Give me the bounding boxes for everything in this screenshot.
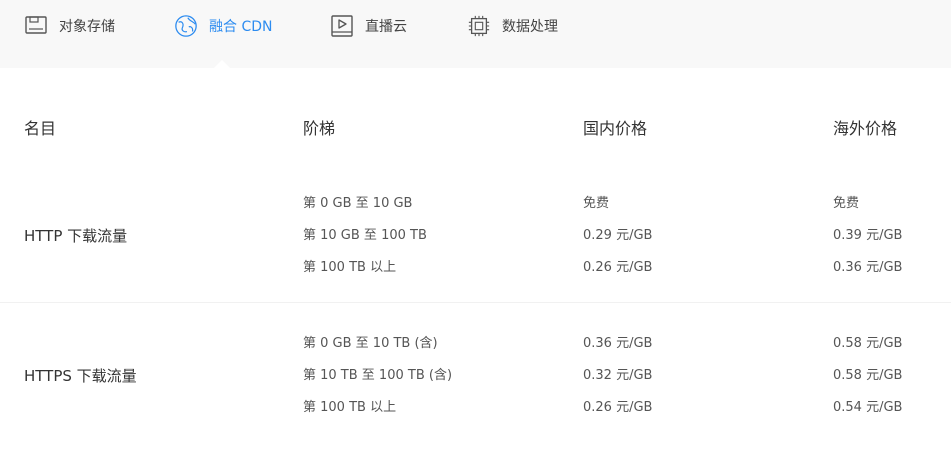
tab-live-cloud[interactable]: 直播云 xyxy=(330,0,407,52)
tab-label: 融合 CDN xyxy=(209,19,273,35)
tab-label: 数据处理 xyxy=(502,19,558,35)
tab-object-storage[interactable]: 对象存储 xyxy=(24,0,115,52)
product-tab-bar: 对象存储 融合 CDN 直播云 数据处理 xyxy=(0,0,951,68)
tab-label: 对象存储 xyxy=(59,19,115,35)
tier-cell: 第 0 GB 至 10 TB (含) xyxy=(303,336,438,351)
domestic-price-cell: 0.36 元/GB xyxy=(583,336,653,351)
domestic-price-cell: 免费 xyxy=(583,196,610,211)
domestic-price-cell: 0.26 元/GB xyxy=(583,400,653,415)
overseas-price-cell: 0.54 元/GB xyxy=(833,400,903,415)
tier-cell: 第 10 TB 至 100 TB (含) xyxy=(303,368,453,383)
column-header-tier: 阶梯 xyxy=(303,119,336,138)
domestic-price-cell: 0.26 元/GB xyxy=(583,260,653,275)
tier-cell: 第 100 TB 以上 xyxy=(303,400,397,415)
column-header-domestic-price: 国内价格 xyxy=(583,119,648,138)
overseas-price-cell: 0.58 元/GB xyxy=(833,336,903,351)
domestic-price-cell: 0.29 元/GB xyxy=(583,228,653,243)
overseas-price-cell: 免费 xyxy=(833,196,860,211)
play-icon xyxy=(330,14,354,38)
tier-cell: 第 100 TB 以上 xyxy=(303,260,397,275)
tab-label: 直播云 xyxy=(365,19,407,35)
overseas-price-cell: 0.36 元/GB xyxy=(833,260,903,275)
column-header-overseas-price: 海外价格 xyxy=(833,119,898,138)
storage-icon xyxy=(24,14,48,38)
group-name: HTTPS 下载流量 xyxy=(24,367,137,385)
tier-cell: 第 0 GB 至 10 GB xyxy=(303,196,413,211)
tier-cell: 第 10 GB 至 100 TB xyxy=(303,228,427,243)
domestic-price-cell: 0.32 元/GB xyxy=(583,368,653,383)
overseas-price-cell: 0.58 元/GB xyxy=(833,368,903,383)
tab-fusion-cdn[interactable]: 融合 CDN xyxy=(174,0,272,52)
group-name: HTTP 下载流量 xyxy=(24,227,128,245)
column-header-item: 名目 xyxy=(24,119,57,138)
group-divider xyxy=(0,302,951,303)
chip-icon xyxy=(467,14,491,38)
overseas-price-cell: 0.39 元/GB xyxy=(833,228,903,243)
active-tab-pointer xyxy=(214,60,230,68)
globe-icon xyxy=(174,14,198,38)
tab-data-processing[interactable]: 数据处理 xyxy=(467,0,558,52)
